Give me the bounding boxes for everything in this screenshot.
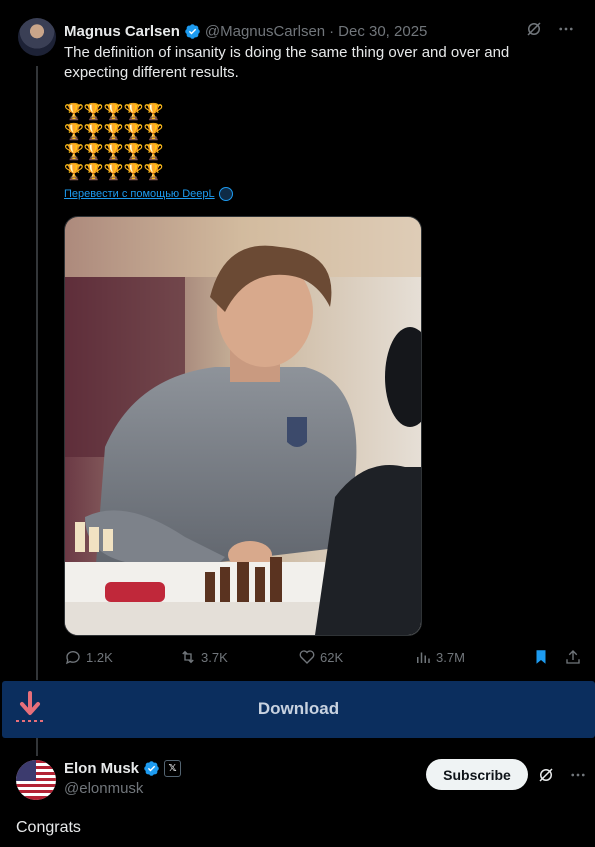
author-avatar[interactable] — [18, 18, 56, 56]
translate-link-label[interactable]: Перевести с помощью DeepL — [64, 188, 215, 200]
view-count: 3.7M — [436, 649, 465, 665]
bookmark-button[interactable] — [532, 648, 550, 666]
thread-connector — [36, 66, 38, 680]
photo-illustration — [65, 217, 421, 635]
tweet-actions: 1.2K 3.7K 62K 3.7M — [64, 648, 584, 670]
grok-icon[interactable] — [525, 20, 543, 38]
reply-icon — [65, 651, 80, 665]
tweet-date[interactable]: Dec 30, 2025 — [338, 23, 427, 40]
reply-header-icons — [537, 766, 587, 784]
subscribe-button[interactable]: Subscribe — [426, 759, 528, 790]
us-flag-avatar — [16, 760, 56, 800]
reply-avatar[interactable] — [16, 760, 56, 800]
trophy-emoji-block: 🏆🏆🏆🏆🏆 🏆🏆🏆🏆🏆 🏆🏆🏆🏆🏆 🏆🏆🏆🏆🏆 — [64, 103, 174, 183]
translate-link[interactable]: Перевести с помощью DeepL — [64, 187, 233, 201]
more-icon[interactable] — [557, 20, 575, 38]
separator-dot: · — [329, 22, 335, 40]
repost-icon — [182, 650, 194, 664]
reply-count: 1.2K — [86, 649, 113, 665]
like-count: 62K — [320, 649, 344, 665]
heart-icon — [299, 650, 315, 664]
bookmark-icon — [536, 650, 546, 664]
more-icon[interactable] — [569, 766, 587, 784]
download-label: Download — [257, 699, 340, 718]
download-bar[interactable]: Download — [2, 681, 595, 738]
tweet-header: Magnus Carlsen @MagnusCarlsen · Dec 30, … — [64, 20, 575, 42]
grok-icon[interactable] — [537, 766, 555, 784]
views-button[interactable]: 3.7M — [414, 648, 465, 666]
verified-badge-icon — [185, 23, 200, 39]
thread-connector-lower — [36, 738, 38, 756]
reply-author: Elon Musk 𝕏 — [64, 760, 182, 777]
share-icon — [566, 650, 580, 664]
reply-text: Congrats — [16, 819, 81, 836]
deepl-icon — [218, 187, 233, 201]
trophy-row: 🏆🏆🏆🏆🏆 — [64, 144, 164, 161]
repost-count: 3.7K — [201, 649, 228, 665]
views-icon — [417, 652, 430, 663]
tweet-photo[interactable] — [64, 216, 422, 636]
trophy-row: 🏆🏆🏆🏆🏆 — [64, 104, 164, 121]
reply-author-name[interactable]: Elon Musk — [64, 760, 139, 777]
share-button[interactable] — [564, 648, 582, 666]
reply-button[interactable]: 1.2K — [64, 648, 113, 666]
x-affiliate-badge[interactable]: 𝕏 — [164, 760, 182, 777]
author-handle[interactable]: @MagnusCarlsen — [205, 23, 325, 40]
repost-button[interactable]: 3.7K — [179, 648, 228, 666]
tweet-text: The definition of insanity is doing the … — [64, 44, 510, 81]
like-button[interactable]: 62K — [298, 648, 343, 666]
verified-badge-icon — [144, 761, 159, 776]
author-name[interactable]: Magnus Carlsen — [64, 23, 180, 40]
trophy-row: 🏆🏆🏆🏆🏆 — [64, 164, 164, 181]
reply-handle[interactable]: @elonmusk — [64, 780, 143, 797]
trophy-row: 🏆🏆🏆🏆🏆 — [64, 124, 164, 141]
